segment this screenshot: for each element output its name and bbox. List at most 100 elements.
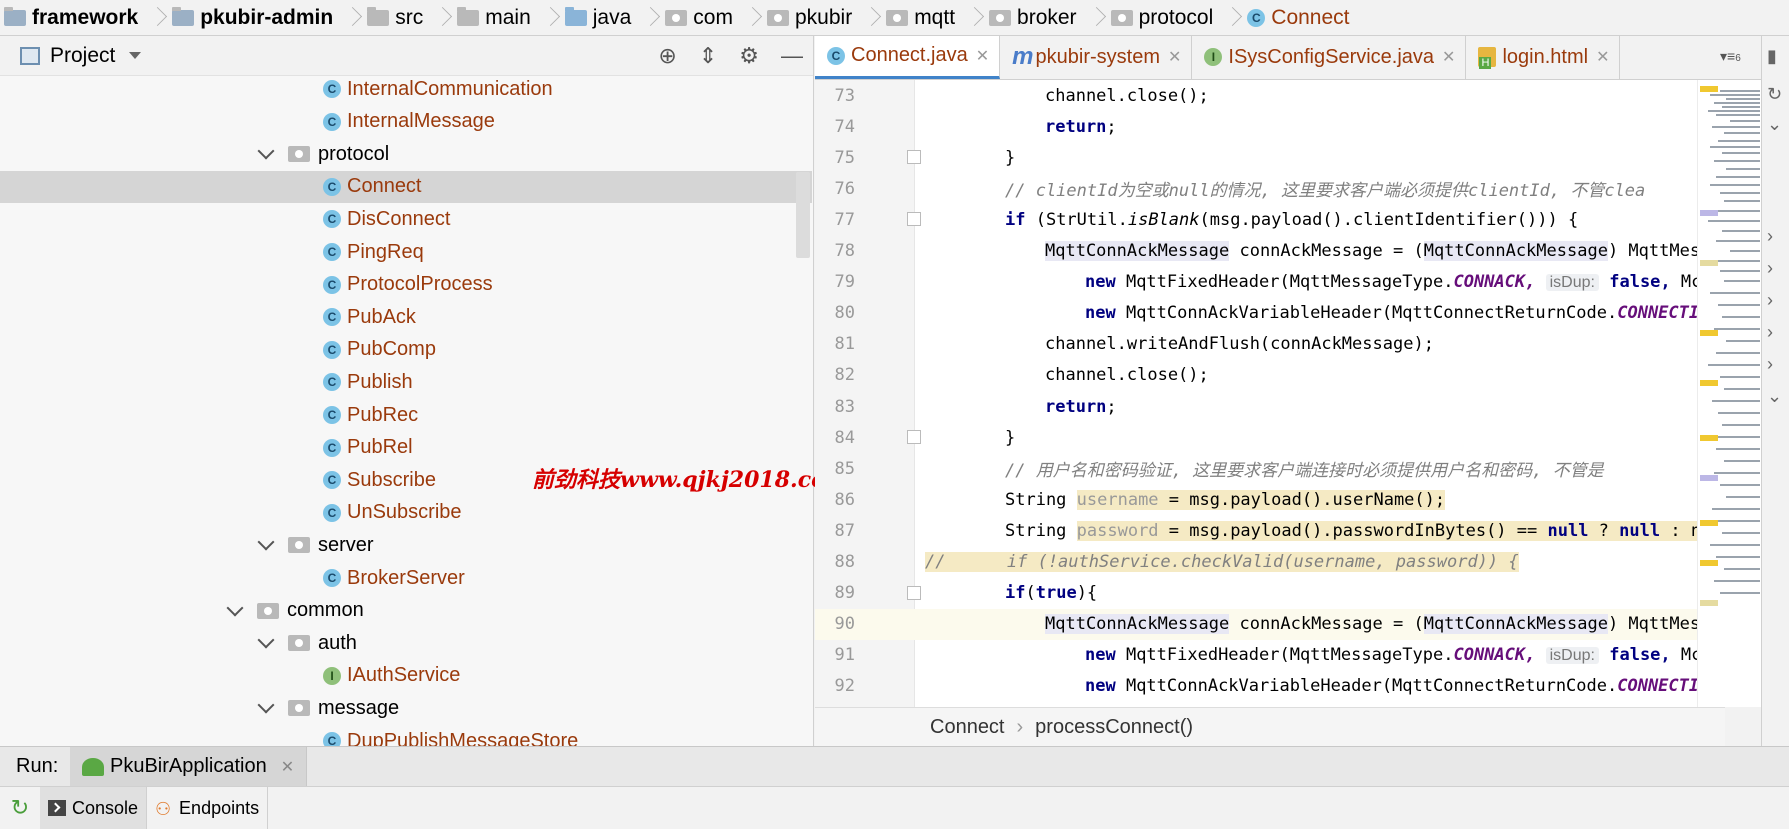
breadcrumb-item[interactable]: framework: [0, 0, 142, 35]
collapse-all-icon[interactable]: ⇕: [699, 43, 717, 69]
breadcrumb-item[interactable]: main: [453, 0, 535, 35]
code-line[interactable]: 86 String username = msg.payload().userNa…: [815, 484, 1725, 515]
code-line[interactable]: 91 new MqttFixedHeader(MqttMessageType.CO…: [815, 640, 1725, 671]
chevron-down-icon[interactable]: ⌄: [1767, 114, 1782, 135]
chevron-down-icon[interactable]: [257, 696, 275, 714]
fold-marker-icon[interactable]: [907, 150, 921, 165]
maven-icon[interactable]: ▮: [1767, 46, 1777, 67]
code-line[interactable]: 74 return;: [815, 111, 1725, 142]
stripe-marker[interactable]: [1700, 86, 1718, 92]
code-line[interactable]: 79 new MqttFixedHeader(MqttMessageType.CO…: [815, 267, 1725, 298]
breadcrumb-item[interactable]: mqtt: [882, 0, 959, 35]
chevron-down-icon[interactable]: [226, 599, 244, 617]
tree-item-brokerserver[interactable]: C BrokerServer: [0, 562, 812, 594]
code-line[interactable]: 92 new MqttConnAckVariableHeader(MqttConn…: [815, 671, 1725, 702]
code-line[interactable]: 73 channel.close();: [815, 80, 1725, 111]
close-icon[interactable]: ✕: [1168, 47, 1181, 67]
stripe-marker[interactable]: [1700, 475, 1718, 481]
code-line[interactable]: 88 // if (!authService.checkValid(usernam…: [815, 547, 1725, 578]
close-icon[interactable]: ✕: [1596, 47, 1609, 67]
tree-item-pingreq[interactable]: C PingReq: [0, 236, 812, 268]
close-icon[interactable]: ✕: [976, 46, 989, 66]
code-line[interactable]: 89 if(true){: [815, 578, 1725, 609]
refresh-icon[interactable]: ↻: [1767, 84, 1782, 105]
tree-item-duppublishmessagestore[interactable]: C DupPublishMessageStore: [0, 725, 812, 746]
code-line[interactable]: 87 String password = msg.payload().passwo…: [815, 515, 1725, 546]
fold-marker-icon[interactable]: [907, 585, 921, 600]
fold-marker-icon[interactable]: [907, 212, 921, 227]
chevron-down-icon[interactable]: ⌄: [1767, 386, 1782, 407]
tree-item-connect[interactable]: C Connect: [0, 170, 812, 203]
breadcrumb-item[interactable]: broker: [985, 0, 1081, 35]
chevron-right-icon[interactable]: ›: [1767, 290, 1773, 311]
fold-marker-icon[interactable]: [907, 430, 921, 445]
gear-icon[interactable]: ⚙: [739, 43, 759, 69]
stripe-marker[interactable]: [1700, 380, 1718, 386]
chevron-right-icon[interactable]: ›: [1767, 258, 1773, 279]
editor-crumb-method[interactable]: processConnect(): [1035, 716, 1193, 739]
tab-isysconfigservice-java[interactable]: I ISysConfigService.java ✕: [1192, 36, 1467, 79]
tab-login-html[interactable]: login.html ✕: [1466, 36, 1621, 79]
close-icon[interactable]: ✕: [1442, 47, 1455, 67]
breadcrumb-item[interactable]: com: [661, 0, 737, 35]
stripe-marker[interactable]: [1700, 330, 1718, 336]
breadcrumb-item[interactable]: pkubir: [763, 0, 856, 35]
code-line[interactable]: 80 new MqttConnAckVariableHeader(MqttConn…: [815, 298, 1725, 329]
code-line[interactable]: 84}: [815, 422, 1725, 453]
rerun-icon[interactable]: ↻: [0, 795, 40, 821]
tree-scrollbar[interactable]: [796, 172, 810, 258]
chevron-right-icon[interactable]: ›: [1767, 354, 1773, 375]
tree-item-unsubscribe[interactable]: C UnSubscribe: [0, 497, 812, 529]
run-config-tab[interactable]: PkuBirApplication ✕: [70, 746, 308, 787]
code-line[interactable]: 85 // 用户名和密码验证, 这里要求客户端连接时必须提供用户名和密码, 不管是: [815, 453, 1725, 484]
tab-console[interactable]: Console: [40, 786, 148, 829]
code-line[interactable]: 76 // clientId为空或null的情况, 这里要求客户端必须提供clie…: [815, 173, 1725, 204]
code-line[interactable]: 81 channel.writeAndFlush(connAckMessage);: [815, 329, 1725, 360]
tree-item-pubrel[interactable]: C PubRel: [0, 432, 812, 464]
tree-item-iauthservice[interactable]: I IAuthService: [0, 660, 812, 692]
breadcrumb-item[interactable]: C Connect: [1243, 0, 1353, 35]
tree-item-internalcommunication[interactable]: C InternalCommunication: [0, 76, 812, 105]
stripe-marker[interactable]: [1700, 520, 1718, 526]
chevron-right-icon[interactable]: ›: [1767, 226, 1773, 247]
breadcrumb-item[interactable]: src: [363, 0, 427, 35]
breadcrumb-item[interactable]: pkubir-admin: [168, 0, 337, 35]
close-icon[interactable]: ✕: [281, 757, 294, 777]
stripe-marker[interactable]: [1700, 435, 1718, 441]
tab-pkubir-system[interactable]: m pkubir-system ✕: [1000, 36, 1193, 79]
code-line[interactable]: 82 channel.close();: [815, 360, 1725, 391]
code-line[interactable]: 78 MqttConnAckMessage connAckMessage = (M…: [815, 236, 1725, 267]
stripe-marker[interactable]: [1700, 600, 1718, 606]
stripe-marker[interactable]: [1700, 210, 1718, 216]
code-line[interactable]: 75}: [815, 142, 1725, 173]
tree-item-auth[interactable]: auth: [0, 627, 812, 659]
locate-icon[interactable]: ⊕: [658, 43, 676, 69]
tree-item-publish[interactable]: C Publish: [0, 366, 812, 398]
tree-item-pubrec[interactable]: C PubRec: [0, 399, 812, 431]
tree-item-puback[interactable]: C PubAck: [0, 301, 812, 333]
code-editor[interactable]: 73 channel.close(); 74 return; 75} 76 // clien…: [815, 80, 1725, 707]
tab-endpoints[interactable]: ⚇ Endpoints: [147, 786, 269, 829]
tree-item-pubcomp[interactable]: C PubComp: [0, 334, 812, 366]
chevron-right-icon[interactable]: ›: [1767, 322, 1773, 343]
tree-item-protocol[interactable]: protocol: [0, 138, 812, 170]
tree-item-message[interactable]: message: [0, 692, 812, 724]
tab-connect-java[interactable]: C Connect.java ✕: [815, 36, 1001, 79]
hide-icon[interactable]: —: [781, 43, 803, 69]
error-stripe[interactable]: [1697, 80, 1761, 707]
tree-item-common[interactable]: common: [0, 595, 812, 627]
chevron-down-icon[interactable]: [257, 142, 275, 160]
chevron-down-icon[interactable]: [257, 533, 275, 551]
breadcrumb-item[interactable]: protocol: [1107, 0, 1218, 35]
chevron-down-icon[interactable]: [257, 631, 275, 649]
tree-item-server[interactable]: server: [0, 529, 812, 561]
tree-item-protocolprocess[interactable]: C ProtocolProcess: [0, 269, 812, 301]
stripe-marker[interactable]: [1700, 560, 1718, 566]
chevron-down-icon[interactable]: [129, 52, 142, 59]
breadcrumb-item[interactable]: java: [561, 0, 636, 35]
code-line[interactable]: 83 return;: [815, 391, 1725, 422]
tree-item-internalmessage[interactable]: C InternalMessage: [0, 106, 812, 138]
editor-crumb-class[interactable]: Connect: [930, 716, 1005, 739]
code-line[interactable]: 77 if (StrUtil.isBlank(msg.payload().clie…: [815, 204, 1725, 235]
stripe-marker[interactable]: [1700, 260, 1718, 266]
